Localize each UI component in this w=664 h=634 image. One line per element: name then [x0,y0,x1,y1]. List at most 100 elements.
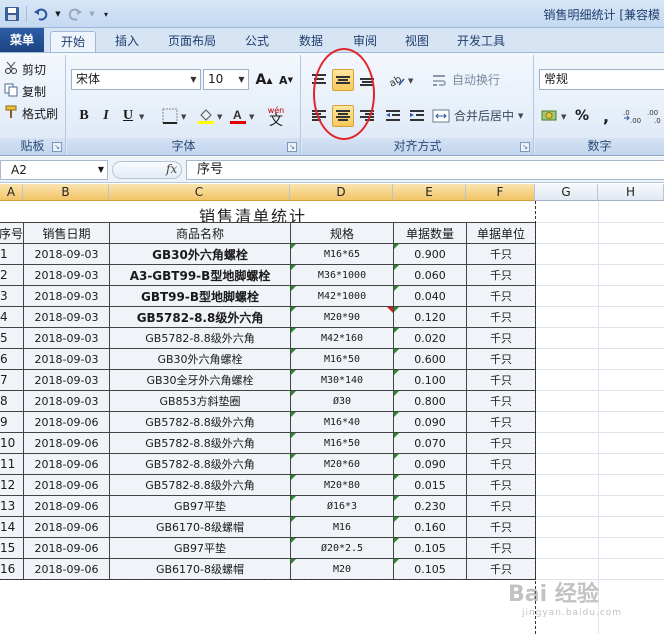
column-header-a[interactable]: A [0,184,23,201]
column-header-c[interactable]: C [109,184,290,201]
column-header-f[interactable]: F [466,184,535,201]
date-cell[interactable]: 2018-09-03 [23,285,111,307]
header-quantity[interactable]: 单据数量 [393,222,468,244]
spec-cell[interactable]: M20*80 [290,474,395,496]
quantity-cell[interactable]: 0.020 [393,327,468,349]
redo-dropdown-icon[interactable]: ▼ [87,4,97,24]
tab-view[interactable]: 视图 [394,31,440,52]
column-header-b[interactable]: B [23,184,109,201]
redo-icon[interactable] [65,4,85,24]
alignment-launcher-icon[interactable]: ↘ [520,142,530,152]
spec-cell[interactable]: M36*1000 [290,264,395,286]
row-index-cell[interactable]: 16 [0,558,25,580]
name-box[interactable]: A2 ▼ [0,160,108,180]
product-name-cell[interactable]: GB6170-8级螺帽 [109,516,292,538]
font-name-select[interactable]: 宋体 ▼ [71,69,201,90]
tab-insert[interactable]: 插入 [104,31,150,52]
date-cell[interactable]: 2018-09-06 [23,558,111,580]
unit-cell[interactable]: 千只 [466,432,537,454]
unit-cell[interactable]: 千只 [466,516,537,538]
phonetic-guide-button[interactable]: wén 文 [263,103,289,129]
header-date[interactable]: 销售日期 [23,222,111,244]
font-color-button[interactable]: A [227,105,249,127]
product-name-cell[interactable]: A3-GBT99-B型地脚螺栓 [109,264,292,286]
date-cell[interactable]: 2018-09-03 [23,327,111,349]
insert-function-icon[interactable]: fx [166,162,177,176]
borders-dropdown-icon[interactable]: ▼ [181,113,186,121]
product-name-cell[interactable]: GB30外六角螺栓 [109,348,292,370]
spec-cell[interactable]: M16*40 [290,411,395,433]
unit-cell[interactable]: 千只 [466,390,537,412]
header-product-name[interactable]: 商品名称 [109,222,292,244]
product-name-cell[interactable]: GBT99-B型地脚螺栓 [109,285,292,307]
quantity-cell[interactable]: 0.090 [393,411,468,433]
tab-data[interactable]: 数据 [288,31,334,52]
quantity-cell[interactable]: 0.900 [393,243,468,265]
row-index-cell[interactable]: 7 [0,369,25,391]
unit-cell[interactable]: 千只 [466,348,537,370]
quantity-cell[interactable]: 0.060 [393,264,468,286]
row-index-cell[interactable]: 6 [0,348,25,370]
percent-style-button[interactable]: % [571,105,593,127]
product-name-cell[interactable]: GB5782-8.8级外六角 [109,453,292,475]
accounting-format-button[interactable] [539,105,561,127]
fill-color-dropdown-icon[interactable]: ▼ [217,113,222,121]
shrink-font-button[interactable]: A ▼ [275,69,297,91]
underline-button[interactable]: U [117,105,139,127]
product-name-cell[interactable]: GB5782-8.8级外六角 [109,474,292,496]
orientation-dropdown-icon[interactable]: ▼ [408,77,413,85]
spec-cell[interactable]: M20 [290,558,395,580]
date-cell[interactable]: 2018-09-03 [23,348,111,370]
product-name-cell[interactable]: GB97平垫 [109,537,292,559]
quantity-cell[interactable]: 0.800 [393,390,468,412]
number-format-select[interactable]: 常规 [539,69,664,90]
quantity-cell[interactable]: 0.600 [393,348,468,370]
merge-dropdown-icon[interactable]: ▼ [518,112,523,120]
date-cell[interactable]: 2018-09-06 [23,516,111,538]
row-index-cell[interactable]: 1 [0,243,25,265]
unit-cell[interactable]: 千只 [466,264,537,286]
product-name-cell[interactable]: GB30全牙外六角螺栓 [109,369,292,391]
font-size-select[interactable]: 10 ▼ [203,69,249,90]
date-cell[interactable]: 2018-09-03 [23,369,111,391]
spec-cell[interactable]: Ø20*2.5 [290,537,395,559]
quantity-cell[interactable]: 0.160 [393,516,468,538]
row-index-cell[interactable]: 2 [0,264,25,286]
product-name-cell[interactable]: GB5782-8.8级外六角 [109,327,292,349]
borders-button[interactable] [159,105,181,127]
row-index-cell[interactable]: 9 [0,411,25,433]
quantity-cell[interactable]: 0.105 [393,537,468,559]
row-index-cell[interactable]: 5 [0,327,25,349]
row-index-cell[interactable]: 8 [0,390,25,412]
spec-cell[interactable]: M16 [290,516,395,538]
date-cell[interactable]: 2018-09-06 [23,432,111,454]
header-spec[interactable]: 规格 [290,222,395,244]
unit-cell[interactable]: 千只 [466,327,537,349]
copy-button[interactable]: 复制 [4,81,46,101]
spec-cell[interactable]: M16*65 [290,243,395,265]
font-color-dropdown-icon[interactable]: ▼ [249,113,254,121]
tab-menu[interactable]: 菜单 [0,28,44,52]
product-name-cell[interactable]: GB5782-8.8级外六角 [109,432,292,454]
spec-cell[interactable]: M20*60 [290,453,395,475]
tab-formulas[interactable]: 公式 [234,31,280,52]
tab-developer[interactable]: 开发工具 [448,31,514,52]
unit-cell[interactable]: 千只 [466,453,537,475]
clipboard-launcher-icon[interactable]: ↘ [52,142,62,152]
unit-cell[interactable]: 千只 [466,243,537,265]
date-cell[interactable]: 2018-09-06 [23,411,111,433]
unit-cell[interactable]: 千只 [466,369,537,391]
tab-page-layout[interactable]: 页面布局 [160,31,224,52]
format-painter-button[interactable]: 格式刷 [4,103,58,123]
wrap-text-button[interactable]: 自动换行 [432,71,500,88]
unit-cell[interactable]: 千只 [466,474,537,496]
cut-button[interactable]: 剪切 [4,59,46,79]
unit-cell[interactable]: 千只 [466,495,537,517]
date-cell[interactable]: 2018-09-06 [23,495,111,517]
increase-decimal-button[interactable]: .0.00 [621,105,645,127]
date-cell[interactable]: 2018-09-06 [23,537,111,559]
spec-cell[interactable]: M42*1000 [290,285,395,307]
tab-home[interactable]: 开始 [50,31,96,52]
date-cell[interactable]: 2018-09-03 [23,306,111,328]
date-cell[interactable]: 2018-09-06 [23,474,111,496]
